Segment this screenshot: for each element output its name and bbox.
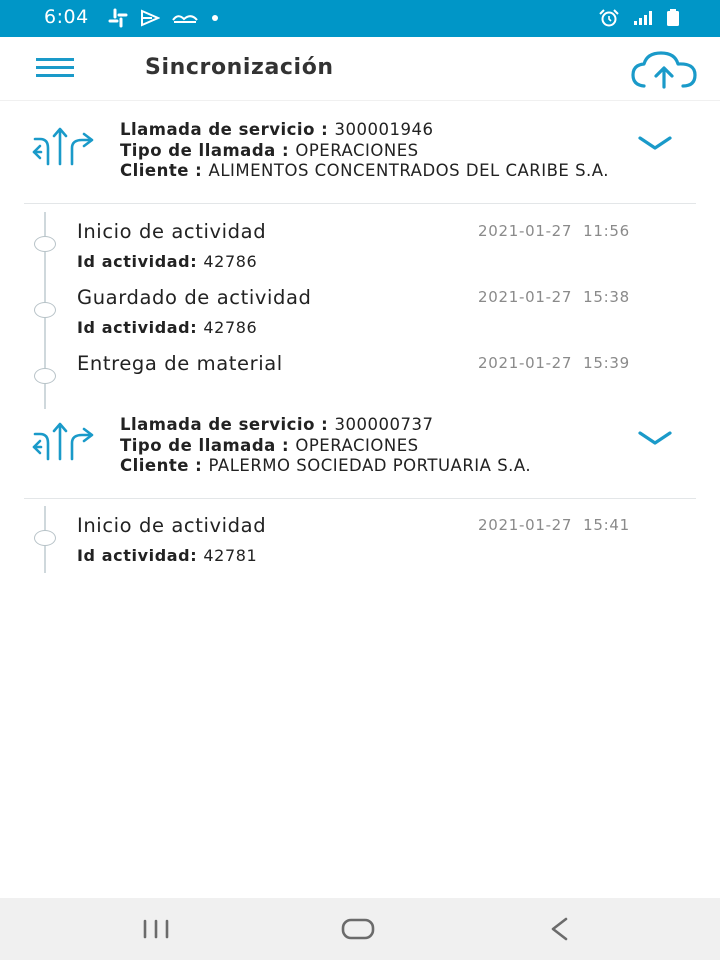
battery-icon: [667, 9, 679, 26]
activity-timeline: Inicio de actividad 2021-01-27 15:41 Id …: [24, 506, 696, 573]
activity-id-label: Id actividad:: [77, 318, 204, 337]
service-call-card[interactable]: Llamada de servicio : 300001946 Tipo de …: [24, 110, 696, 204]
home-icon[interactable]: [338, 914, 378, 944]
hamburger-menu-icon: [36, 58, 74, 77]
activity-id: Id actividad: 42786: [77, 252, 257, 271]
activity-title: Guardado de actividad: [77, 286, 312, 309]
activity-id: Id actividad: 42786: [77, 318, 257, 337]
timeline-dot: [34, 530, 56, 546]
timeline-dot: [34, 368, 56, 384]
llamada-label: Llamada de servicio :: [120, 415, 335, 434]
glasses-icon: [172, 15, 198, 23]
tipo-label: Tipo de llamada :: [120, 435, 296, 455]
cliente-label: Cliente :: [120, 456, 209, 475]
cliente-row: Cliente : PALERMO SOCIEDAD PORTUARIA S.A…: [120, 456, 610, 477]
activity-id-value: 42786: [203, 318, 258, 337]
sync-upload-button[interactable]: [630, 49, 698, 89]
activity-id-label: Id actividad:: [77, 546, 204, 565]
activity-title: Inicio de actividad: [77, 220, 267, 243]
cliente-value: ALIMENTOS CONCENTRADOS DEL CARIBE S.A.: [208, 161, 610, 180]
tipo-value: OPERACIONES: [295, 435, 419, 455]
activity-id-label: Id actividad:: [77, 252, 204, 271]
service-call-info: Llamada de servicio : 300000737 Tipo de …: [120, 415, 610, 477]
status-notifications: [108, 8, 220, 28]
chevron-down-icon[interactable]: [636, 133, 674, 155]
status-bar: 6:04: [0, 0, 720, 37]
tipo-label: Tipo de llamada :: [120, 140, 296, 160]
service-call-card[interactable]: Llamada de servicio : 300000737 Tipo de …: [24, 409, 696, 499]
app-bar: Sincronización: [0, 37, 720, 101]
chevron-down-icon[interactable]: [636, 428, 674, 450]
system-nav-bar: [0, 898, 720, 960]
activity-item[interactable]: Guardado de actividad 2021-01-27 15:38 I…: [24, 286, 696, 352]
menu-button[interactable]: [34, 55, 76, 81]
status-time: 6:04: [44, 6, 89, 28]
activity-date: 2021-01-27 11:56: [478, 222, 630, 240]
activity-date: 2021-01-27 15:41: [478, 516, 630, 534]
llamada-row: Llamada de servicio : 300000737: [120, 415, 610, 436]
dot-icon: [212, 15, 218, 21]
service-call-info: Llamada de servicio : 300001946 Tipo de …: [120, 120, 610, 182]
tipo-row: Tipo de llamada : OPERACIONES: [120, 141, 610, 162]
alarm-icon: [599, 9, 619, 27]
tipo-value: OPERACIONES: [295, 140, 419, 160]
slack-icon: [108, 8, 128, 28]
tipo-row: Tipo de llamada : OPERACIONES: [120, 436, 610, 457]
activity-id-value: 42781: [203, 546, 258, 565]
cliente-row: Cliente : ALIMENTOS CONCENTRADOS DEL CAR…: [120, 161, 610, 182]
signal-icon: [634, 11, 652, 25]
play-icon: [141, 9, 160, 27]
cloud-upload-icon: [631, 51, 697, 89]
activity-title: Inicio de actividad: [77, 514, 267, 537]
activity-title: Entrega de material: [77, 352, 283, 375]
cliente-value: PALERMO SOCIEDAD PORTUARIA S.A.: [208, 456, 532, 475]
llamada-value: 300001946: [334, 120, 434, 139]
timeline-dot: [34, 236, 56, 252]
llamada-row: Llamada de servicio : 300001946: [120, 120, 610, 141]
activity-date: 2021-01-27 15:38: [478, 288, 630, 306]
activity-id-value: 42786: [203, 252, 258, 271]
activity-id: Id actividad: 42781: [77, 546, 257, 565]
llamada-value: 300000737: [334, 415, 434, 434]
activity-item[interactable]: Inicio de actividad 2021-01-27 11:56 Id …: [24, 220, 696, 286]
directions-icon: [32, 127, 94, 166]
activity-item[interactable]: Inicio de actividad 2021-01-27 15:41 Id …: [24, 514, 696, 580]
activity-date: 2021-01-27 15:39: [478, 354, 630, 372]
back-icon[interactable]: [546, 914, 574, 944]
directions-icon: [32, 422, 94, 461]
timeline-dot: [34, 302, 56, 318]
page-title: Sincronización: [145, 55, 334, 80]
cliente-label: Cliente :: [120, 161, 209, 180]
status-system: [598, 9, 680, 27]
recent-apps-icon[interactable]: [140, 914, 174, 944]
llamada-label: Llamada de servicio :: [120, 120, 335, 139]
activity-timeline: Inicio de actividad 2021-01-27 11:56 Id …: [24, 212, 696, 409]
